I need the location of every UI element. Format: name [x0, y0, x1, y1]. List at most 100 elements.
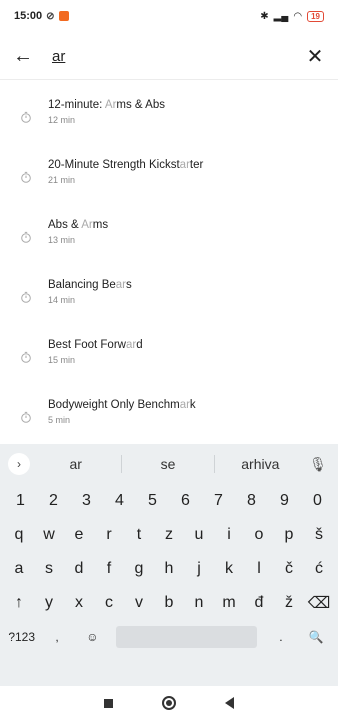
stopwatch-icon [21, 291, 31, 303]
search-key[interactable]: 🔍 [299, 630, 334, 644]
chevron-right-icon[interactable]: › [8, 453, 30, 475]
key[interactable]: 4 [103, 492, 136, 510]
period-key[interactable]: . [263, 630, 298, 644]
key[interactable]: đ [244, 594, 274, 612]
key[interactable]: f [94, 560, 124, 578]
key[interactable]: 1 [4, 492, 37, 510]
key[interactable]: k [214, 560, 244, 578]
wifi-icon: ◠ [293, 10, 303, 22]
result-title: Abs & Arms [48, 219, 109, 231]
key[interactable]: r [94, 526, 124, 544]
key[interactable]: š [304, 526, 334, 544]
suggestion[interactable]: arhiva [215, 456, 306, 472]
arrow-left-icon[interactable]: ← [0, 34, 46, 80]
key[interactable]: z [154, 526, 184, 544]
stopwatch-icon [21, 111, 31, 123]
list-item[interactable]: Balancing Bears 14 min [0, 262, 338, 322]
key[interactable]: j [184, 560, 214, 578]
stopwatch-icon [21, 351, 31, 363]
key[interactable]: i [214, 526, 244, 544]
key[interactable]: m [214, 594, 244, 612]
result-duration: 12 min [48, 115, 76, 125]
result-duration: 15 min [48, 355, 76, 365]
mic-icon[interactable]: 🎙 [306, 456, 330, 473]
alarm-off-icon: ⊘ [46, 10, 55, 22]
search-header: ← ✕ [0, 34, 338, 80]
emoji-key[interactable]: ☺ [75, 630, 110, 644]
key[interactable]: l [244, 560, 274, 578]
key[interactable]: o [244, 526, 274, 544]
results-list: 12-minute: Arms & Abs 12 min 20-Minute S… [0, 82, 338, 442]
key[interactable]: 3 [70, 492, 103, 510]
system-nav-bar [0, 686, 338, 720]
shift-key[interactable]: ↑ [4, 594, 34, 612]
key-row-bottom-letters: ↑ y x c v b n m đ ž ⌫ [0, 586, 338, 620]
result-duration: 21 min [48, 175, 76, 185]
key[interactable]: x [64, 594, 94, 612]
back-triangle-icon[interactable] [224, 697, 234, 709]
stopwatch-icon [21, 171, 31, 183]
key[interactable]: c [94, 594, 124, 612]
key[interactable]: n [184, 594, 214, 612]
key[interactable]: d [64, 560, 94, 578]
suggestion[interactable]: ar [30, 456, 121, 472]
key[interactable]: 9 [268, 492, 301, 510]
backspace-key[interactable]: ⌫ [304, 593, 334, 613]
key[interactable]: ć [304, 560, 334, 578]
result-title: Bodyweight Only Benchmark [48, 399, 196, 411]
symbols-key[interactable]: ?123 [4, 630, 39, 644]
list-item[interactable]: Abs & Arms 13 min [0, 202, 338, 262]
notification-icon [58, 11, 69, 21]
signal-icon: ▂▄ [273, 10, 289, 22]
bluetooth-icon: ✱ [260, 10, 269, 22]
key[interactable]: 8 [235, 492, 268, 510]
result-title: 20-Minute Strength Kickstarter [48, 159, 204, 171]
search-input[interactable] [46, 40, 292, 73]
key[interactable]: t [124, 526, 154, 544]
suggestion[interactable]: se [122, 456, 213, 472]
key[interactable]: 0 [301, 492, 334, 510]
result-duration: 5 min [48, 415, 71, 425]
key[interactable]: y [34, 594, 64, 612]
key[interactable]: h [154, 560, 184, 578]
key-row-numbers: 1 2 3 4 5 6 7 8 9 0 [0, 484, 338, 518]
result-duration: 14 min [48, 295, 76, 305]
key[interactable]: 7 [202, 492, 235, 510]
key[interactable]: a [4, 560, 34, 578]
result-title: Best Foot Forward [48, 339, 143, 351]
list-item[interactable]: 12-minute: Arms & Abs 12 min [0, 82, 338, 142]
space-key[interactable] [115, 626, 258, 648]
key[interactable]: s [34, 560, 64, 578]
key[interactable]: e [64, 526, 94, 544]
stopwatch-icon [21, 231, 31, 243]
key-row-middle: a s d f g h j k l č ć [0, 552, 338, 586]
home-icon[interactable] [161, 696, 176, 710]
suggestion-strip: › ar se arhiva 🎙 [0, 444, 338, 484]
key[interactable]: v [124, 594, 154, 612]
list-item[interactable]: Best Foot Forward 15 min [0, 322, 338, 382]
key[interactable]: č [274, 560, 304, 578]
result-title: Balancing Bears [48, 279, 132, 291]
key[interactable]: p [274, 526, 304, 544]
key[interactable]: ž [274, 594, 304, 612]
on-screen-keyboard: › ar se arhiva 🎙 1 2 3 4 5 6 7 8 9 0 q w… [0, 444, 338, 686]
key[interactable]: 5 [136, 492, 169, 510]
status-bar: 15:00 ⊘ ✱ ▂▄ ◠ 19 [0, 0, 338, 32]
stopwatch-icon [21, 411, 31, 423]
key[interactable]: u [184, 526, 214, 544]
key[interactable]: 6 [169, 492, 202, 510]
key-row-controls: ?123 , ☺ . 🔍 [0, 620, 338, 654]
battery-icon: 19 [307, 10, 324, 22]
close-icon[interactable]: ✕ [292, 34, 338, 80]
list-item[interactable]: Bodyweight Only Benchmark 5 min [0, 382, 338, 442]
list-item[interactable]: 20-Minute Strength Kickstarter 21 min [0, 142, 338, 202]
recents-icon[interactable] [104, 698, 114, 708]
key[interactable]: 2 [37, 492, 70, 510]
key[interactable]: b [154, 594, 184, 612]
key[interactable]: q [4, 526, 34, 544]
result-title: 12-minute: Arms & Abs [48, 99, 165, 111]
key-row-top: q w e r t z u i o p š [0, 518, 338, 552]
comma-key[interactable]: , [39, 630, 74, 644]
key[interactable]: w [34, 526, 64, 544]
key[interactable]: g [124, 560, 154, 578]
